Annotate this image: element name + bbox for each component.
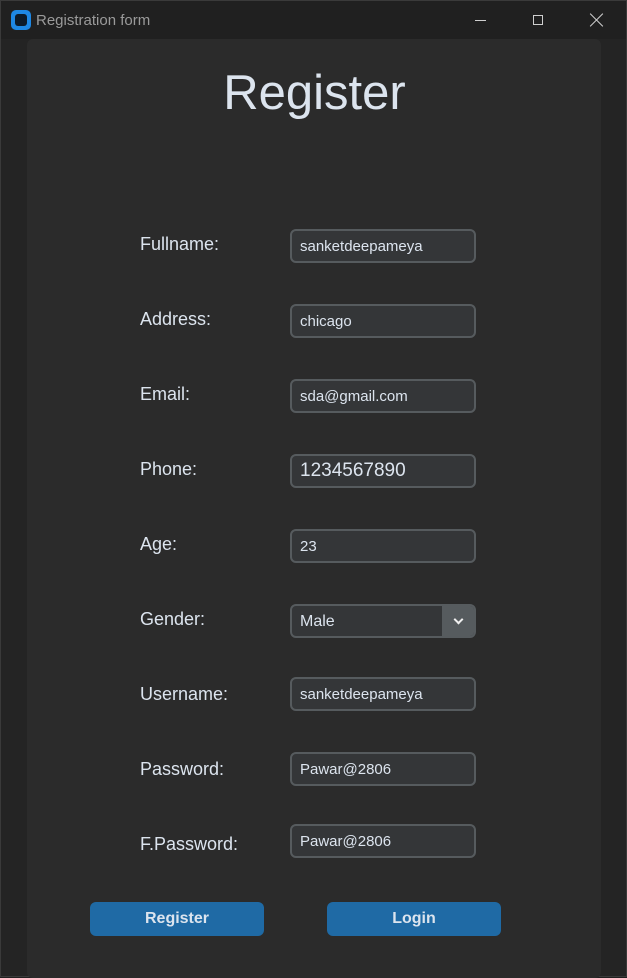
close-icon	[589, 13, 603, 27]
gender-select[interactable]: Male	[290, 604, 476, 638]
maximize-button[interactable]	[509, 1, 567, 39]
gender-label: Gender:	[140, 609, 206, 629]
age-input[interactable]	[290, 529, 476, 563]
phone-input[interactable]	[290, 454, 476, 488]
minimize-icon	[474, 19, 486, 21]
window-title: Registration form	[36, 12, 151, 29]
fullname-label: Fullname:	[140, 234, 220, 254]
age-label: Age:	[140, 534, 178, 554]
confirm-password-input[interactable]	[290, 824, 476, 858]
address-label: Address:	[140, 309, 212, 329]
address-input[interactable]	[290, 304, 476, 338]
email-label: Email:	[140, 384, 191, 404]
email-input[interactable]	[290, 379, 476, 413]
password-input[interactable]	[290, 752, 476, 786]
username-input[interactable]	[290, 677, 476, 711]
maximize-icon	[533, 15, 543, 25]
title-bar[interactable]: Registration form	[1, 1, 626, 39]
close-button[interactable]	[567, 1, 625, 39]
username-label: Username:	[140, 684, 229, 704]
confirm-password-label: F.Password:	[140, 834, 239, 854]
chevron-down-icon	[453, 614, 463, 624]
page-title: Register	[223, 66, 406, 120]
password-label: Password:	[140, 759, 225, 779]
app-icon	[11, 10, 31, 30]
app-window: Registration form Register Fullname: Add…	[0, 0, 627, 978]
fullname-input[interactable]	[290, 229, 476, 263]
gender-dropdown-button[interactable]	[442, 606, 474, 636]
gender-select-value: Male	[300, 613, 335, 630]
phone-label: Phone:	[140, 459, 198, 479]
login-button[interactable]: Login	[327, 902, 501, 936]
register-button[interactable]: Register	[90, 902, 264, 936]
minimize-button[interactable]	[451, 1, 509, 39]
